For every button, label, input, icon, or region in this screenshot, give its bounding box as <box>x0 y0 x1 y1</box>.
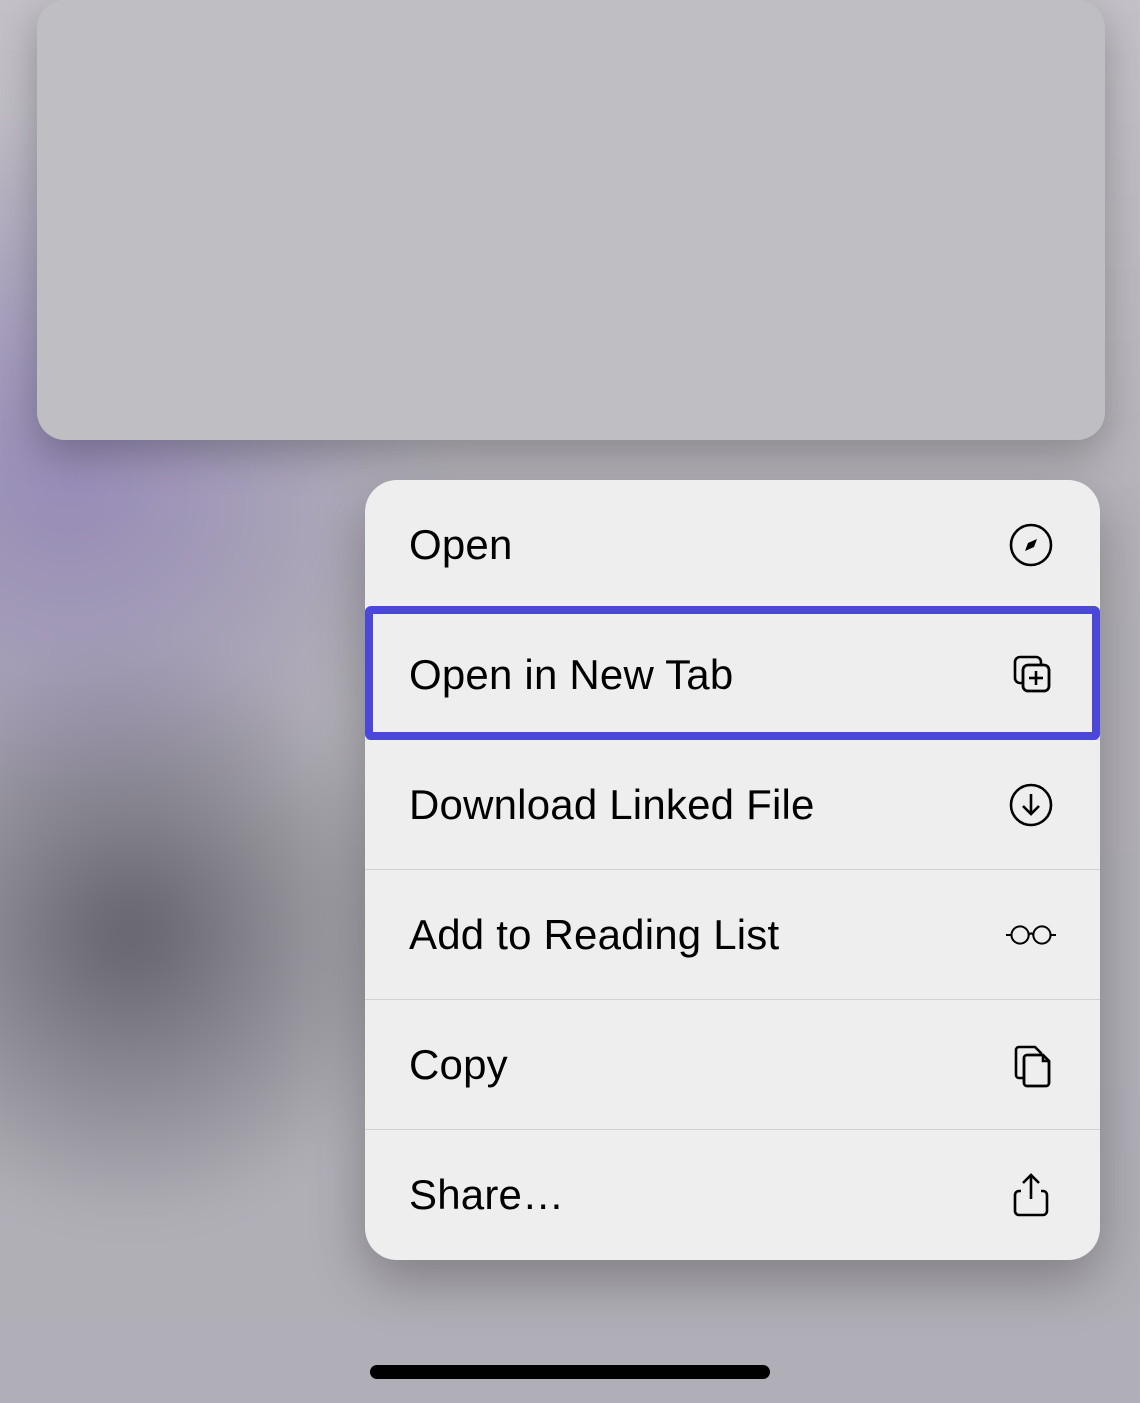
preview-shape-right <box>973 0 1083 50</box>
menu-item-open-new-tab[interactable]: Open in New Tab <box>365 610 1100 740</box>
menu-item-label: Download Linked File <box>409 781 815 829</box>
menu-item-open[interactable]: Open <box>365 480 1100 610</box>
home-indicator[interactable] <box>370 1365 770 1379</box>
arrow-down-circle-icon <box>1006 780 1056 830</box>
eyeglasses-icon <box>1006 910 1056 960</box>
menu-item-label: Open <box>409 521 513 569</box>
doc-on-doc-icon <box>1006 1040 1056 1090</box>
menu-item-label: Share… <box>409 1171 564 1219</box>
menu-item-share[interactable]: Share… <box>365 1130 1100 1260</box>
link-context-menu: Open Open in New Tab Download Linked Fil… <box>365 480 1100 1260</box>
plus-on-square-icon <box>1006 650 1056 700</box>
preview-shape-left <box>59 0 169 50</box>
compass-icon <box>1006 520 1056 570</box>
menu-item-download-linked-file[interactable]: Download Linked File <box>365 740 1100 870</box>
menu-item-label: Copy <box>409 1041 508 1089</box>
menu-item-copy[interactable]: Copy <box>365 1000 1100 1130</box>
link-preview-card[interactable] <box>37 0 1105 440</box>
square-arrow-up-icon <box>1006 1170 1056 1220</box>
menu-item-label: Open in New Tab <box>409 651 733 699</box>
menu-item-add-to-reading-list[interactable]: Add to Reading List <box>365 870 1100 1000</box>
menu-item-label: Add to Reading List <box>409 911 779 959</box>
